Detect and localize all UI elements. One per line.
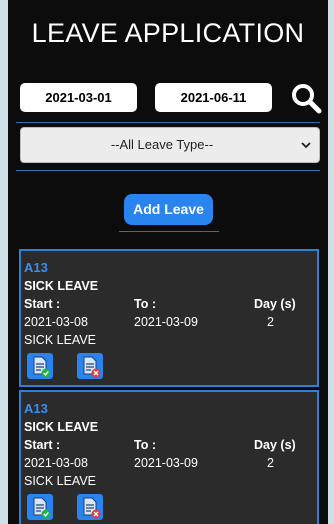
days-label: Day (s): [254, 438, 296, 452]
reject-button[interactable]: [77, 353, 103, 379]
start-label: Start :: [24, 297, 61, 311]
end-date: 2021-03-09: [134, 456, 198, 470]
page-title: LEAVE APPLICATION: [31, 18, 305, 48]
days-count: 2: [267, 456, 274, 470]
divider: [16, 122, 320, 123]
start-date: 2021-03-08: [24, 456, 88, 470]
search-button[interactable]: [290, 82, 322, 114]
leave-type: SICK LEAVE: [24, 420, 99, 434]
days-label: Day (s): [254, 297, 296, 311]
leave-application-panel: LEAVE APPLICATION 2021-03-01 2021-06-11 …: [8, 0, 328, 524]
leave-card[interactable]: A13 SICK LEAVE Start : To : Day (s) 2021…: [19, 249, 319, 387]
leave-code[interactable]: A13: [24, 260, 48, 275]
leave-type: SICK LEAVE: [24, 279, 99, 293]
leave-card[interactable]: A13 SICK LEAVE Start : To : Day (s) 2021…: [19, 390, 319, 524]
add-leave-button[interactable]: Add Leave: [124, 194, 213, 225]
end-date: 2021-03-09: [134, 315, 198, 329]
start-label: Start :: [24, 438, 61, 452]
date-from-field[interactable]: 2021-03-01: [20, 83, 137, 112]
chevron-down-icon: [301, 142, 311, 149]
leave-reason: SICK LEAVE: [24, 474, 97, 488]
approve-document-icon: [33, 497, 51, 519]
to-label: To :: [134, 297, 156, 311]
approve-button[interactable]: [27, 494, 53, 520]
start-date: 2021-03-08: [24, 315, 88, 329]
add-button-underline: [119, 231, 219, 232]
reject-document-icon: [83, 356, 101, 378]
reject-document-icon: [83, 497, 101, 519]
leave-type-selected: --All Leave Type--: [110, 137, 214, 152]
days-count: 2: [267, 315, 274, 329]
approve-button[interactable]: [27, 353, 53, 379]
approve-document-icon: [33, 356, 51, 378]
to-label: To :: [134, 438, 156, 452]
leave-reason: SICK LEAVE: [24, 333, 97, 347]
leave-code[interactable]: A13: [24, 401, 48, 416]
search-icon: [292, 84, 322, 114]
leave-type-select[interactable]: --All Leave Type--: [20, 127, 320, 163]
reject-button[interactable]: [77, 494, 103, 520]
divider: [16, 170, 320, 171]
date-to-field[interactable]: 2021-06-11: [155, 83, 272, 112]
